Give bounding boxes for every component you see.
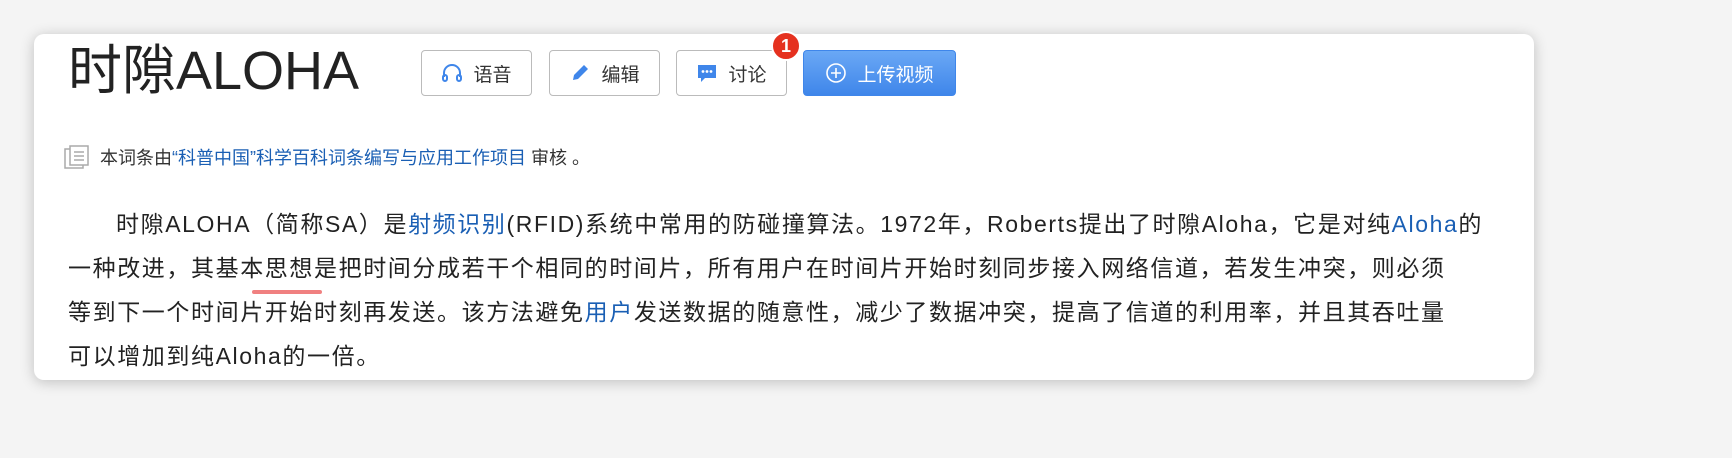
- text: 等到下一个时间片开始时刻再发送。该方法避免: [68, 299, 585, 325]
- highlight-underline: [252, 290, 322, 294]
- edit-button[interactable]: 编辑: [549, 50, 660, 96]
- text: 时隙ALOHA（简称SA）是: [116, 211, 409, 237]
- text: 的: [1458, 211, 1484, 237]
- plus-circle-icon: [826, 63, 847, 83]
- edit-button-label: 编辑: [601, 64, 640, 86]
- chat-bubble-icon: [698, 65, 717, 82]
- headphones-icon: [442, 64, 463, 82]
- upload-video-button-label: 上传视频: [857, 64, 934, 86]
- text: 发送数据的随意性，减少了数据冲突，提高了信道的利用率，并且其吞吐量: [633, 299, 1446, 325]
- paragraph-line: 等到下一个时间片开始时刻再发送。该方法避免用户发送数据的随意性，减少了数据冲突，…: [68, 290, 1483, 334]
- discuss-count-badge: 1: [771, 31, 801, 61]
- pencil-icon: [573, 65, 589, 80]
- page-title: 时隙ALOHA: [68, 41, 360, 101]
- text: (RFID)系统中常用的防碰撞算法。1972年，Roberts提出了时隙Aloh…: [506, 211, 1392, 237]
- review-suffix: 审核 。: [526, 148, 591, 168]
- paragraph-line: 时隙ALOHA（简称SA）是射频识别(RFID)系统中常用的防碰撞算法。1972…: [68, 202, 1483, 246]
- summary-paragraph: 时隙ALOHA（简称SA）是射频识别(RFID)系统中常用的防碰撞算法。1972…: [68, 202, 1483, 378]
- review-prefix: 本词条由: [100, 148, 172, 168]
- voice-button-label: 语音: [473, 64, 512, 86]
- review-project-link[interactable]: “科普中国”科学百科词条编写与应用工作项目: [172, 148, 526, 168]
- paragraph-line: 可以增加到纯Aloha的一倍。: [68, 343, 381, 369]
- user-link[interactable]: 用户: [585, 299, 634, 325]
- discuss-button-label: 讨论: [728, 64, 767, 86]
- paragraph-line: 一种改进，其基本思想是把时间分成若干个相同的时间片，所有用户在时间片开始时刻同步…: [68, 255, 1446, 281]
- entry-card: 时隙ALOHA 语音 编辑 讨论 1 上传视频 本词条由“科普中国”科学百科词条…: [34, 31, 1534, 380]
- review-notice: 本词条由“科普中国”科学百科词条编写与应用工作项目 审核 。: [64, 144, 590, 170]
- aloha-link[interactable]: Aloha: [1392, 211, 1459, 237]
- discuss-button[interactable]: 讨论: [676, 50, 787, 96]
- upload-video-button[interactable]: 上传视频: [803, 50, 956, 96]
- voice-button[interactable]: 语音: [421, 50, 532, 96]
- document-icon: [64, 145, 89, 169]
- rfid-link[interactable]: 射频识别: [408, 211, 506, 237]
